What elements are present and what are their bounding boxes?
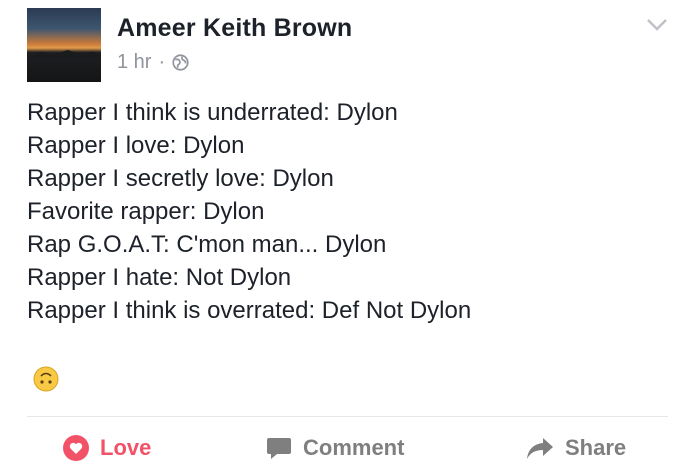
share-label: Share <box>565 435 627 460</box>
love-label: Love <box>100 435 152 460</box>
chevron-down-icon[interactable] <box>646 18 668 32</box>
author-name[interactable]: Ameer Keith Brown <box>117 14 352 43</box>
post-line: Rapper I think is overrated: Def Not Dyl… <box>27 297 472 324</box>
love-icon <box>63 435 89 461</box>
share-button[interactable]: Share <box>525 434 626 462</box>
globe-icon[interactable] <box>172 54 189 71</box>
post-line: Rapper I secretly love: Dylon <box>27 165 334 192</box>
avatar-mountain-silhouette <box>27 50 101 58</box>
separator-dot: · <box>158 51 166 73</box>
timestamp[interactable]: 1 hr <box>117 51 151 74</box>
post-header: Ameer Keith Brown 1 hr · <box>27 8 352 82</box>
post-meta: Ameer Keith Brown 1 hr · <box>117 14 352 74</box>
post-line: Rapper I hate: Not Dylon <box>27 264 292 291</box>
facebook-post: Ameer Keith Brown 1 hr · Rapper I think … <box>0 0 700 474</box>
post-line: Rap G.O.A.T: C'mon man... Dylon <box>27 231 387 258</box>
upside-down-face-emoji <box>33 366 59 392</box>
comment-label: Comment <box>303 435 405 460</box>
avatar[interactable] <box>27 8 101 82</box>
post-line: Favorite rapper: Dylon <box>27 198 265 225</box>
comment-icon <box>267 438 291 459</box>
post-body: Rapper I think is underrated: Dylon Rapp… <box>27 96 471 327</box>
love-button[interactable]: Love <box>62 434 151 462</box>
post-line: Rapper I think is underrated: Dylon <box>27 99 398 126</box>
share-icon <box>527 438 553 459</box>
post-line: Rapper I love: Dylon <box>27 132 245 159</box>
action-bar: Love Comment Share <box>0 434 700 474</box>
comment-button[interactable]: Comment <box>265 434 404 462</box>
divider <box>27 416 668 417</box>
timestamp-row: 1 hr · <box>117 51 352 74</box>
